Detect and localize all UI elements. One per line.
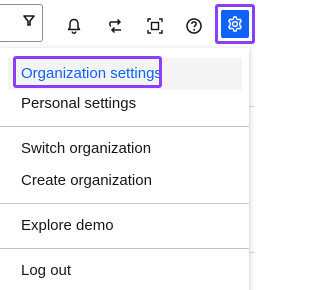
filter-icon[interactable]	[21, 13, 39, 31]
menu-item-label: Personal settings	[21, 95, 137, 112]
menu-item-label: Log out	[21, 262, 72, 279]
settings-button[interactable]	[215, 4, 255, 44]
fit-to-screen-icon[interactable]	[139, 10, 171, 42]
menu-item-log-out[interactable]: Log out	[0, 255, 249, 287]
menu-item-switch-organization[interactable]: Switch organization	[0, 133, 249, 165]
focus-outline	[13, 56, 162, 88]
menu-divider	[0, 203, 249, 204]
top-toolbar	[0, 0, 255, 48]
menu-item-create-organization[interactable]: Create organization	[0, 165, 249, 197]
background-strip	[249, 48, 255, 290]
menu-item-explore-demo[interactable]: Explore demo	[0, 210, 249, 242]
help-icon[interactable]	[178, 10, 210, 42]
switch-arrows-icon[interactable]	[100, 10, 132, 42]
menu-item-label: Switch organization	[21, 140, 152, 157]
settings-icon	[221, 10, 249, 38]
menu-divider	[0, 126, 249, 127]
notification-bell-icon[interactable]	[58, 10, 90, 42]
menu-item-label: Explore demo	[21, 217, 114, 234]
menu-item-label: Create organization	[21, 172, 152, 189]
menu-divider	[0, 248, 249, 249]
menu-item-personal-settings[interactable]: Personal settings	[0, 88, 249, 120]
